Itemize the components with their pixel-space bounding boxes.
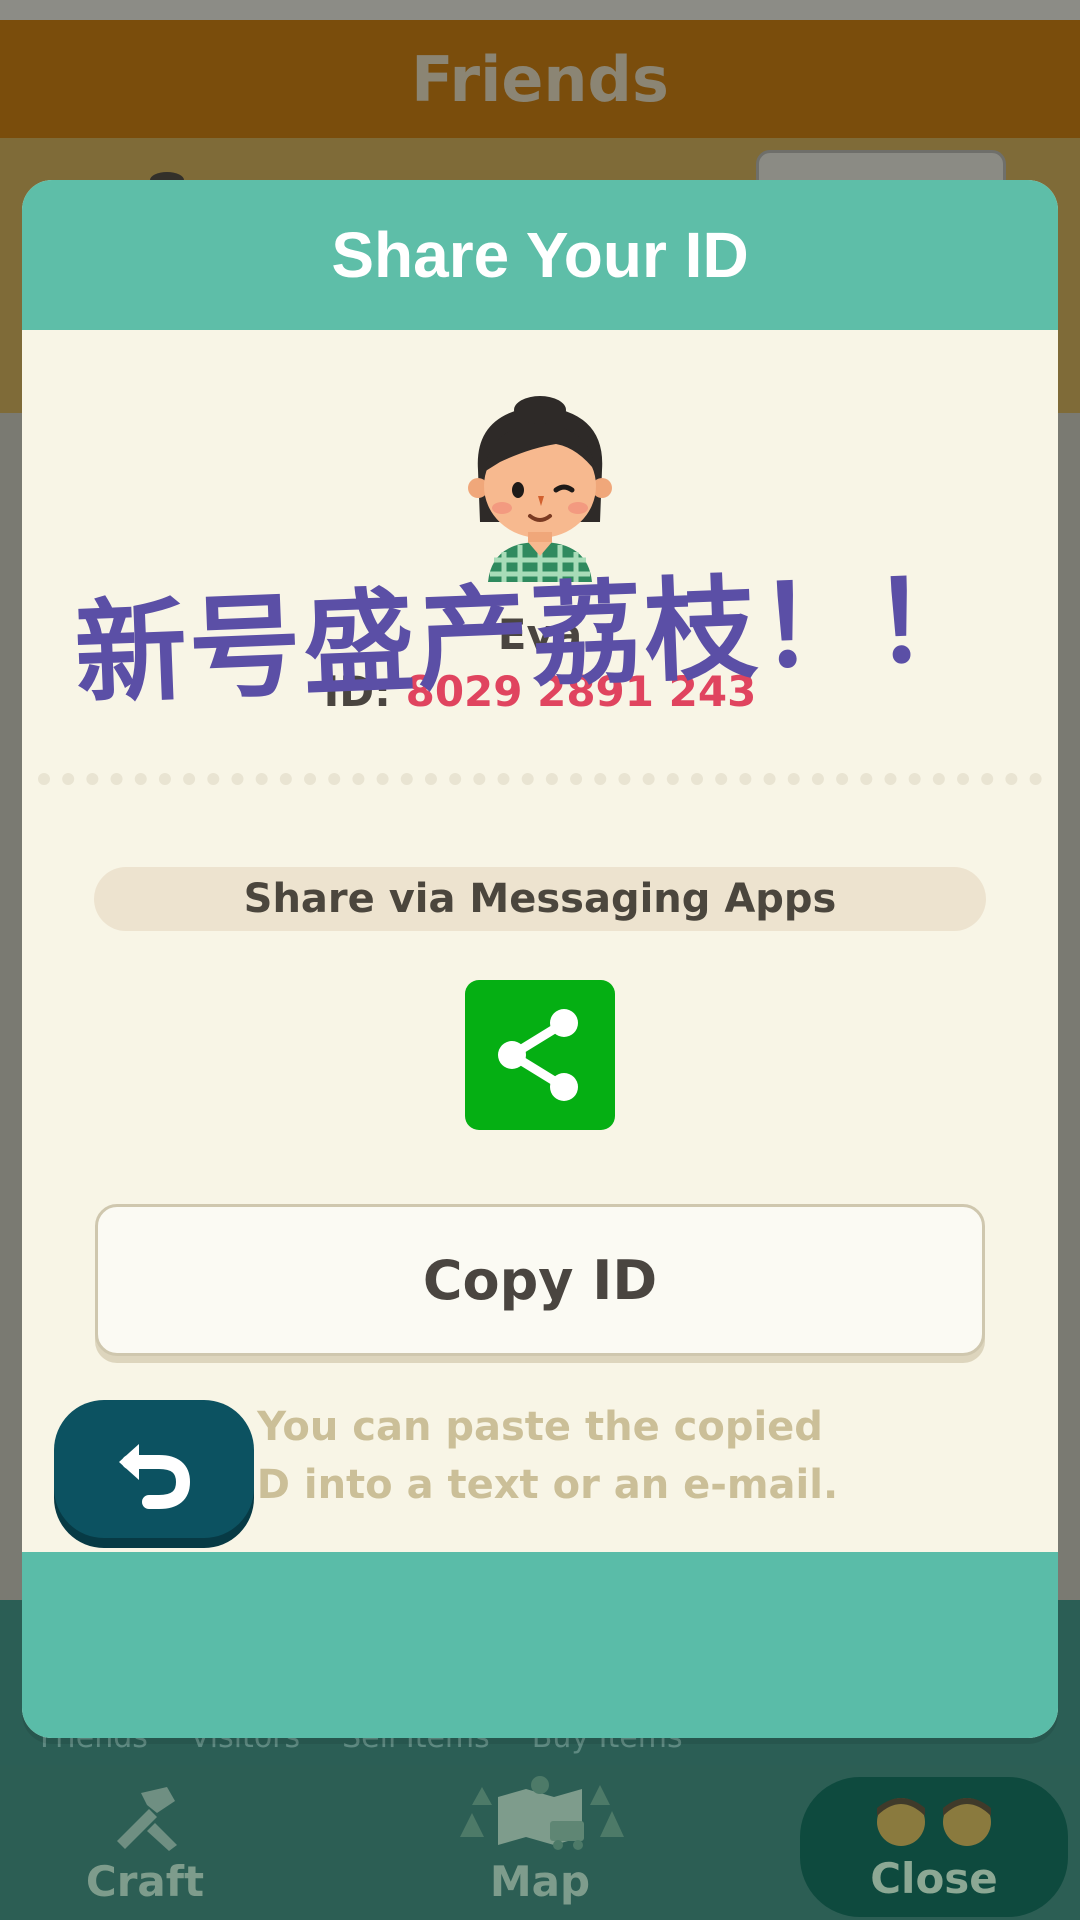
- nav-craft-label: Craft: [85, 1857, 205, 1906]
- status-bar: [0, 0, 1080, 20]
- friends-header: Friends: [0, 20, 1080, 138]
- back-button[interactable]: [54, 1400, 254, 1538]
- nav-map[interactable]: Map: [430, 1765, 650, 1920]
- friends-icon: [877, 1798, 991, 1846]
- dialog-footer: [22, 1552, 1058, 1738]
- nav-close[interactable]: Close: [800, 1777, 1068, 1917]
- share-icon: [498, 1009, 578, 1101]
- copy-id-button[interactable]: Copy ID: [95, 1204, 985, 1356]
- back-arrow-icon: [119, 1444, 191, 1509]
- dialog-header: Share Your ID: [22, 180, 1058, 330]
- nav-close-label: Close: [870, 1854, 998, 1903]
- dotted-divider: [38, 773, 1042, 785]
- share-section-label: Share via Messaging Apps: [94, 867, 986, 931]
- map-icon: [460, 1776, 624, 1850]
- share-button[interactable]: [465, 980, 615, 1130]
- nav-map-label: Map: [489, 1857, 591, 1906]
- craft-icon: [117, 1787, 177, 1851]
- nav-craft[interactable]: Craft: [40, 1765, 250, 1920]
- player-avatar: [468, 396, 612, 582]
- bottom-nav: Craft Map Close: [0, 1765, 1080, 1920]
- header-title: Friends: [411, 42, 669, 116]
- dialog-title: Share Your ID: [331, 219, 749, 291]
